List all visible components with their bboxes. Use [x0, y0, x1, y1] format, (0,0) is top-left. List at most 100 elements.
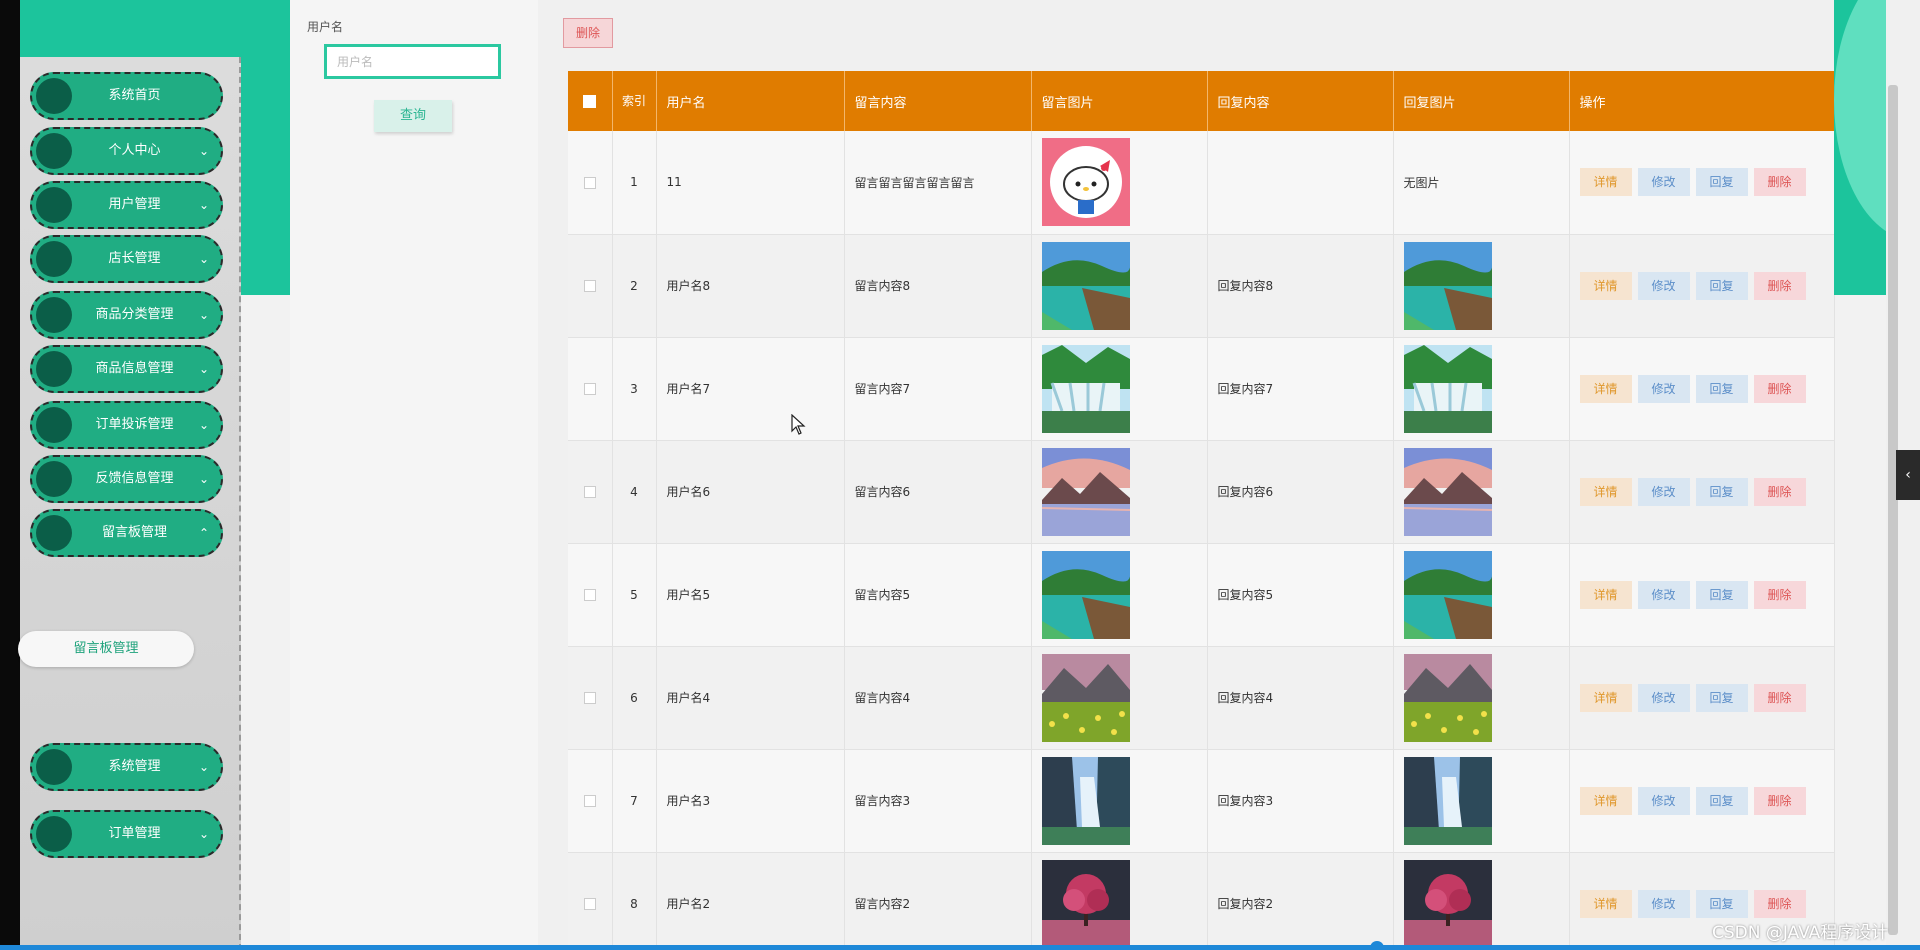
sidebar-item-product-category[interactable]: 商品分类管理 ⌄: [30, 291, 223, 339]
row-checkbox[interactable]: [568, 337, 613, 441]
delete-button[interactable]: 删除: [1753, 477, 1806, 506]
table-header-row: 索引 用户名 留言内容 留言图片 回复内容 回复图片 操作: [568, 71, 1835, 131]
bottom-progress-knob[interactable]: [1370, 941, 1384, 950]
cell-actions: 详情 修改 回复 删除: [1569, 543, 1835, 647]
cell-actions: 详情 修改 回复 删除: [1569, 131, 1835, 235]
detail-button[interactable]: 详情: [1579, 889, 1632, 918]
edit-button[interactable]: 修改: [1637, 683, 1690, 712]
table-row: 2 用户名8 留言内容8 回复内容8 详情 修改 回复 删除: [568, 234, 1835, 338]
column-header-message: 留言内容: [844, 71, 1032, 131]
reply-button[interactable]: 回复: [1695, 580, 1748, 609]
username-search-input[interactable]: [324, 44, 501, 79]
edit-button[interactable]: 修改: [1637, 889, 1690, 918]
edit-button[interactable]: 修改: [1637, 786, 1690, 815]
delete-button[interactable]: 删除: [1753, 580, 1806, 609]
row-checkbox[interactable]: [568, 646, 613, 750]
select-all-checkbox[interactable]: [568, 71, 613, 131]
detail-button[interactable]: 详情: [1579, 683, 1632, 712]
sidebar-item-personal-center[interactable]: 个人中心 ⌄: [30, 127, 223, 175]
delete-button[interactable]: 删除: [1753, 374, 1806, 403]
row-checkbox[interactable]: [568, 749, 613, 853]
cell-actions: 详情 修改 回复 删除: [1569, 749, 1835, 853]
sidebar-item-order-complaint[interactable]: 订单投诉管理 ⌄: [30, 401, 223, 449]
detail-button[interactable]: 详情: [1579, 271, 1632, 300]
row-checkbox[interactable]: [568, 852, 613, 950]
detail-button[interactable]: 详情: [1579, 786, 1632, 815]
table-row: 6 用户名4 留言内容4 回复内容4 详情 修改 回复 删除: [568, 646, 1835, 750]
reply-image: [1403, 653, 1492, 742]
sidebar-item-label: 商品信息管理: [95, 361, 174, 376]
sidebar-item-system[interactable]: 系统管理 ⌄: [30, 743, 223, 791]
sidebar-item-store-manager[interactable]: 店长管理 ⌄: [30, 235, 223, 283]
row-checkbox[interactable]: [568, 440, 613, 544]
cell-index: 4: [612, 440, 657, 544]
delete-button[interactable]: 删除: [1753, 271, 1806, 300]
reply-button[interactable]: 回复: [1695, 374, 1748, 403]
reply-button[interactable]: 回复: [1695, 786, 1748, 815]
sidebar-item-user-management[interactable]: 用户管理 ⌄: [30, 181, 223, 229]
reply-button[interactable]: 回复: [1695, 271, 1748, 300]
message-image: [1041, 859, 1130, 948]
cell-message-image: [1031, 337, 1208, 441]
delete-button[interactable]: 删除: [1753, 683, 1806, 712]
edit-button[interactable]: 修改: [1637, 374, 1690, 403]
detail-button[interactable]: 详情: [1579, 477, 1632, 506]
edit-button[interactable]: 修改: [1637, 271, 1690, 300]
reply-button[interactable]: 回复: [1695, 477, 1748, 506]
row-checkbox[interactable]: [568, 234, 613, 338]
cell-reply: 回复内容6: [1207, 440, 1394, 544]
edit-button[interactable]: 修改: [1637, 477, 1690, 506]
reply-button[interactable]: 回复: [1695, 168, 1748, 197]
collapse-panel-icon[interactable]: ‹: [1896, 450, 1920, 500]
cell-username: 用户名4: [656, 646, 845, 750]
sidebar-item-label: 用户管理: [108, 197, 161, 212]
vertical-scrollbar[interactable]: [1888, 85, 1898, 935]
sidebar-item-orders[interactable]: 订单管理 ⌄: [30, 810, 223, 858]
sidebar-item-message-board[interactable]: 留言板管理 ⌃: [30, 509, 223, 557]
reply-button[interactable]: 回复: [1695, 683, 1748, 712]
sidebar-item-product-info[interactable]: 商品信息管理 ⌄: [30, 345, 223, 393]
delete-button[interactable]: 删除: [1753, 168, 1806, 197]
message-image: [1041, 550, 1130, 639]
edit-button[interactable]: 修改: [1637, 168, 1690, 197]
delete-button[interactable]: 删除: [1753, 889, 1806, 918]
sidebar-item-label: 系统首页: [108, 88, 161, 103]
row-checkbox[interactable]: [568, 131, 613, 235]
column-header-index: 索引: [612, 71, 657, 131]
query-button[interactable]: 查询: [374, 100, 452, 132]
sidebar-item-label: 订单管理: [108, 826, 161, 841]
menu-dot-icon: [36, 78, 72, 114]
cell-index: 1: [612, 131, 657, 235]
row-checkbox[interactable]: [568, 543, 613, 647]
sidebar-item-label: 商品分类管理: [95, 307, 174, 322]
cell-message-image: [1031, 131, 1208, 235]
cell-username: 用户名7: [656, 337, 845, 441]
cell-message-image: [1031, 852, 1208, 950]
edit-button[interactable]: 修改: [1637, 580, 1690, 609]
cell-message-image: [1031, 440, 1208, 544]
sidebar-subitem-message-board[interactable]: 留言板管理: [18, 631, 194, 667]
table-row: 1 11 留言留言留言留言留言 无图片 详情 修改 回复 删除: [568, 131, 1835, 235]
sidebar-item-feedback[interactable]: 反馈信息管理 ⌄: [30, 455, 223, 503]
sidebar-item-label: 系统管理: [108, 759, 161, 774]
delete-button[interactable]: 删除: [1753, 786, 1806, 815]
detail-button[interactable]: 详情: [1579, 580, 1632, 609]
menu-dot-icon: [36, 749, 72, 785]
column-header-actions: 操作: [1569, 71, 1835, 131]
cell-message-image: [1031, 543, 1208, 647]
message-image: [1041, 756, 1130, 845]
chevron-down-icon: ⌄: [198, 827, 209, 841]
menu-dot-icon: [36, 407, 72, 443]
batch-delete-button[interactable]: 删除: [563, 18, 613, 48]
cell-reply-image: [1393, 852, 1570, 950]
cell-reply: [1207, 131, 1394, 235]
detail-button[interactable]: 详情: [1579, 168, 1632, 197]
cell-reply: 回复内容8: [1207, 234, 1394, 338]
reply-button[interactable]: 回复: [1695, 889, 1748, 918]
header-banner: [20, 0, 290, 57]
cell-message-image: [1031, 234, 1208, 338]
detail-button[interactable]: 详情: [1579, 374, 1632, 403]
table-row: 5 用户名5 留言内容5 回复内容5 详情 修改 回复 删除: [568, 543, 1835, 647]
message-image: [1041, 344, 1130, 433]
sidebar-item-home[interactable]: 系统首页: [30, 72, 223, 120]
